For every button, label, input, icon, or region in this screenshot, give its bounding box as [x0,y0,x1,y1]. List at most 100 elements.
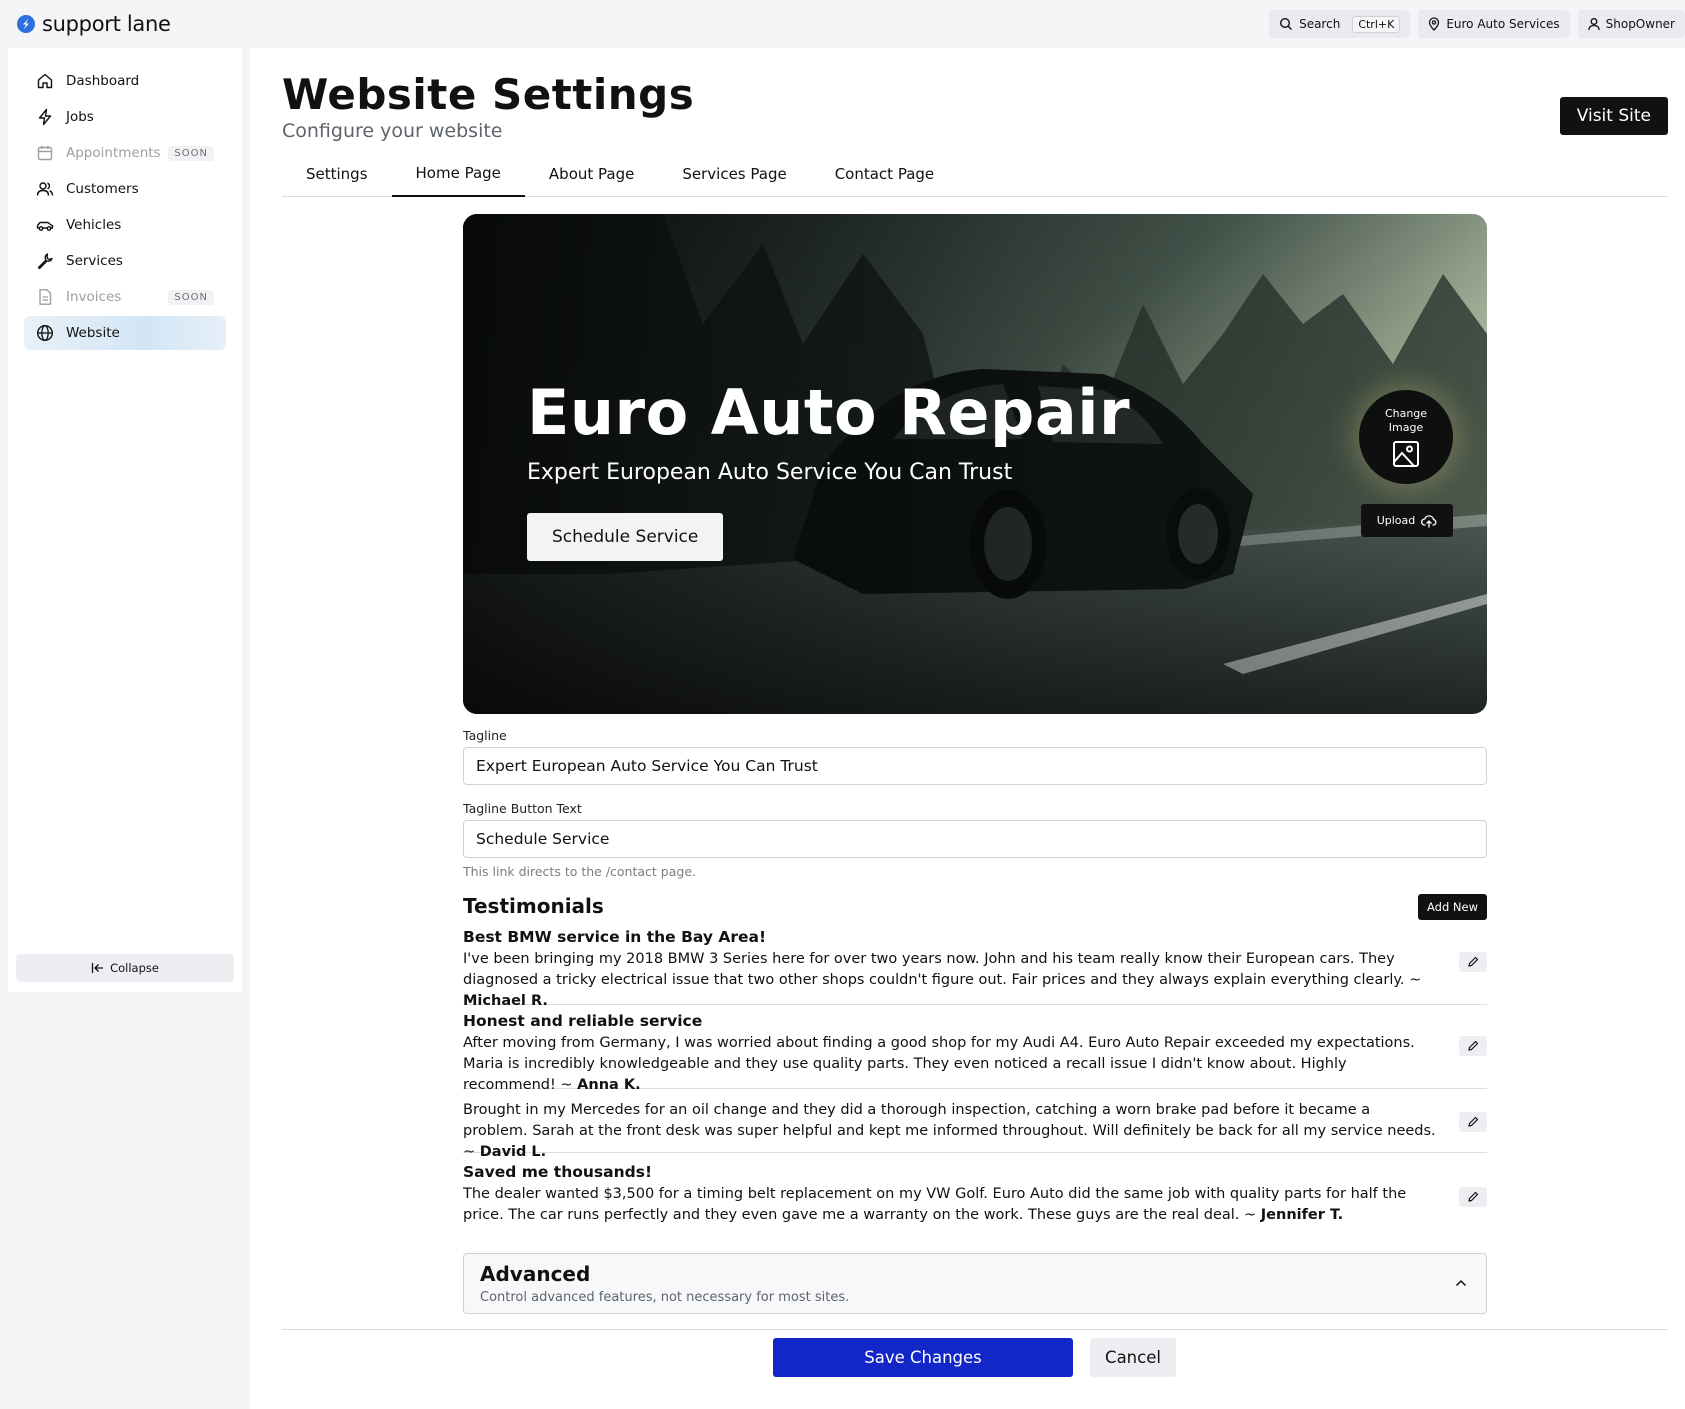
testimonial-item: Honest and reliable service After moving… [463,1012,1487,1093]
testimonial-item: Saved me thousands! The dealer wanted $3… [463,1163,1487,1240]
advanced-section[interactable]: Advanced Control advanced features, not … [463,1253,1487,1314]
pencil-icon [1468,1040,1479,1051]
testimonial-body: I've been bringing my 2018 BMW 3 Series … [463,949,1438,1012]
upload-button[interactable]: Upload [1361,504,1453,537]
sidebar: Dashboard Jobs Appointments SOON Custome… [8,48,242,992]
sidebar-nav: Dashboard Jobs Appointments SOON Custome… [24,64,226,352]
calendar-icon [37,145,53,161]
testimonial-title: Best BMW service in the Bay Area! [463,928,767,946]
home-icon [37,73,53,89]
testimonial-author: Jennifer T. [1260,1207,1344,1223]
search-shortcut: Ctrl+K [1352,15,1401,33]
user-icon [1587,18,1600,31]
pencil-icon [1468,956,1479,967]
collapse-button[interactable]: Collapse [16,954,234,982]
testimonial-text: I've been bringing my 2018 BMW 3 Series … [463,951,1422,988]
document-icon [39,289,52,305]
edit-testimonial-button[interactable] [1459,1112,1487,1132]
sidebar-item-customers[interactable]: Customers [24,172,226,206]
hero-title: Euro Auto Repair [527,376,1131,449]
testimonial-text: Brought in my Mercedes for an oil change… [463,1102,1436,1160]
collapse-label: Collapse [110,961,159,975]
sidebar-item-label: Website [66,325,120,341]
image-icon [1393,440,1419,467]
tab-about-page[interactable]: About Page [525,150,658,197]
app-name: support lane [42,12,171,36]
page-tabs: Settings Home Page About Page Services P… [282,150,1668,197]
soon-badge: SOON [168,289,214,305]
visit-site-button[interactable]: Visit Site [1559,97,1668,135]
tagline-button-text-input[interactable]: Schedule Service [463,820,1487,858]
pencil-icon [1468,1116,1479,1127]
testimonial-body: After moving from Germany, I was worried… [463,1033,1438,1096]
logo[interactable]: support lane [16,12,171,36]
sidebar-item-dashboard[interactable]: Dashboard [24,64,226,98]
bolt-icon [38,108,52,126]
globe-icon [36,324,54,342]
top-bar: support lane Search Ctrl+K Euro Auto Ser… [0,0,1685,48]
sidebar-item-vehicles[interactable]: Vehicles [24,208,226,242]
cancel-button[interactable]: Cancel [1090,1338,1176,1377]
change-image-label: Change Image [1384,406,1428,434]
testimonial-author: Michael R. [463,993,548,1009]
tab-contact-page[interactable]: Contact Page [811,150,958,197]
tagline-button-hint: This link directs to the /contact page. [463,864,696,879]
sidebar-item-services[interactable]: Services [24,244,226,278]
tab-home-page[interactable]: Home Page [391,150,525,197]
location-selector[interactable]: Euro Auto Services [1418,10,1570,38]
sidebar-item-label: Appointments [66,145,161,161]
testimonial-body: The dealer wanted $3,500 for a timing be… [463,1184,1438,1226]
page-subtitle: Configure your website [282,120,503,142]
tab-settings[interactable]: Settings [282,150,392,197]
add-testimonial-button[interactable]: Add New [1417,894,1487,920]
testimonial-author: David L. [479,1144,547,1160]
collapse-icon [91,963,104,973]
location-pin-icon [1429,17,1440,31]
sidebar-item-invoices[interactable]: Invoices SOON [24,280,226,314]
edit-testimonial-button[interactable] [1459,1036,1487,1056]
sidebar-item-jobs[interactable]: Jobs [24,100,226,134]
home-page-form: Tagline Expert European Auto Service You… [463,728,1487,879]
hero-subtitle: Expert European Auto Service You Can Tru… [527,460,1013,485]
tab-services-page[interactable]: Services Page [658,150,810,197]
page-title: Website Settings [282,70,695,119]
tagline-button-text-label: Tagline Button Text [463,801,582,816]
testimonial-item: Best BMW service in the Bay Area! I've b… [463,928,1487,1009]
wrench-icon [37,253,53,270]
edit-testimonial-button[interactable] [1459,1187,1487,1207]
hero-preview: Euro Auto Repair Expert European Auto Se… [463,214,1487,714]
sidebar-item-label: Invoices [66,289,122,305]
hero-schedule-button[interactable]: Schedule Service [527,513,724,561]
sidebar-item-appointments[interactable]: Appointments SOON [24,136,226,170]
search-button[interactable]: Search Ctrl+K [1269,10,1411,38]
testimonial-item: Brought in my Mercedes for an oil change… [463,1100,1487,1160]
testimonials-header: Testimonials Add New [463,894,1487,924]
sidebar-item-label: Dashboard [66,73,140,89]
testimonial-title: Saved me thousands! [463,1163,653,1181]
search-icon [1280,17,1293,30]
tagline-input[interactable]: Expert European Auto Service You Can Tru… [463,747,1487,785]
cloud-upload-icon [1421,514,1437,527]
advanced-subtitle: Control advanced features, not necessary… [480,1290,850,1305]
user-menu[interactable]: ShopOwner [1577,10,1685,38]
tagline-label: Tagline [463,728,507,743]
location-label: Euro Auto Services [1446,17,1560,31]
sidebar-item-website[interactable]: Website [24,316,226,350]
sidebar-item-label: Customers [66,181,139,197]
testimonials-title: Testimonials [463,894,604,918]
edit-testimonial-button[interactable] [1459,952,1487,972]
car-icon [36,221,54,231]
pencil-icon [1468,1191,1479,1202]
testimonial-body: Brought in my Mercedes for an oil change… [463,1100,1438,1163]
upload-label: Upload [1376,514,1416,527]
testimonial-author: Anna K. [577,1077,641,1093]
search-label: Search [1299,17,1341,31]
soon-badge: SOON [168,145,214,161]
sidebar-item-label: Vehicles [66,217,122,233]
save-changes-button[interactable]: Save Changes [773,1338,1073,1377]
change-image-button[interactable]: Change Image [1359,390,1453,484]
chevron-up-icon[interactable] [1454,1276,1468,1290]
sidebar-item-label: Services [66,253,123,269]
testimonial-title: Honest and reliable service [463,1012,703,1030]
user-label: ShopOwner [1605,17,1675,31]
